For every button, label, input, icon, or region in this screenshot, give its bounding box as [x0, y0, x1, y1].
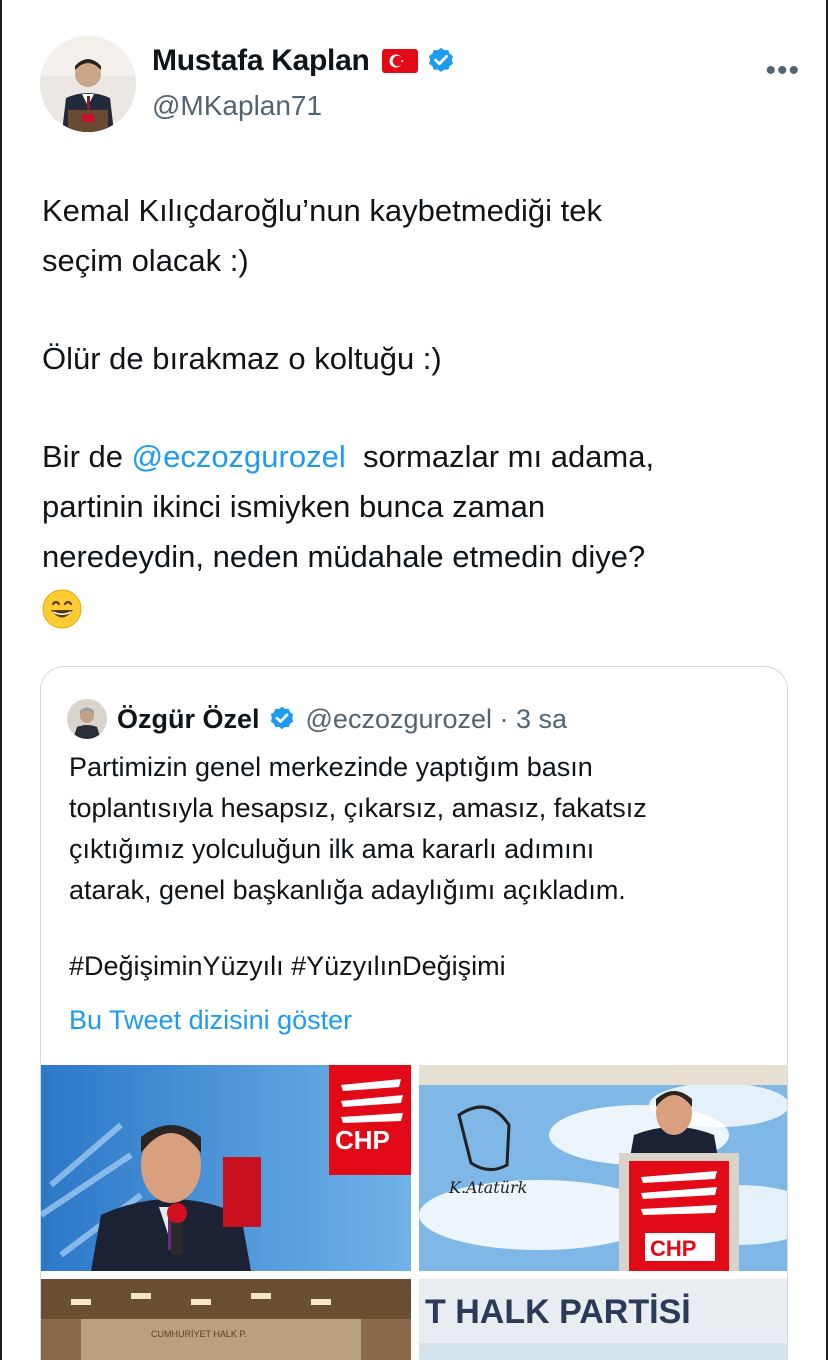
tweet-text-segment: Bir de	[42, 439, 132, 474]
quoted-line: atarak, genel başkanlığa adaylığımı açık…	[69, 875, 626, 905]
media-image-3[interactable]: CUMHURİYET HALK P.	[41, 1279, 411, 1360]
tweet-line: partinin ikinci ismiyken bunca zaman	[42, 489, 546, 524]
quoted-author-handle-time[interactable]: @eczozgurozel · 3 sa	[306, 704, 568, 735]
quoted-line: çıktığımız yolculuğun ilk ama kararlı ad…	[69, 834, 595, 864]
tweet-body: Kemal Kılıçdaroğlu’nun kaybetmediği tek …	[42, 186, 782, 632]
hashtags[interactable]: #DeğişiminYüzyılı #YüzyılınDeğişimi	[69, 951, 506, 982]
tweet-line: neredeydin, neden müdahale etmedin diye?	[42, 539, 646, 574]
tweet-header: Mustafa Kaplan @MKaplan71 •••	[40, 36, 800, 132]
quoted-tweet-body: Partimizin genel merkezinde yaptığım bas…	[69, 747, 769, 911]
quoted-author-name[interactable]: Özgür Özel	[117, 704, 260, 735]
author-avatar[interactable]	[40, 36, 136, 132]
media-image-2[interactable]: K.Atatürk CHP	[419, 1065, 787, 1271]
mention-link[interactable]: @eczozgurozel	[132, 439, 346, 474]
show-thread-link[interactable]: Bu Tweet dizisini göster	[69, 1005, 352, 1036]
verified-badge-icon	[426, 46, 456, 76]
media-image-1[interactable]: CHP	[41, 1065, 411, 1271]
verified-badge-icon	[268, 705, 296, 733]
quoted-author-avatar[interactable]	[67, 699, 107, 739]
atatürk-signature: K.Atatürk	[448, 1178, 527, 1197]
more-options-button[interactable]: •••	[765, 54, 800, 88]
tweet-line: Ölür de bırakmaz o koltuğu :)	[42, 341, 442, 376]
chp-logo-text: CHP	[650, 1236, 696, 1261]
building-sign: CUMHURİYET HALK P.	[151, 1329, 247, 1339]
banner-text: T HALK PARTİSİ	[425, 1293, 691, 1331]
quoted-tweet-header: Özgür Özel @eczozgurozel · 3 sa	[67, 699, 567, 739]
quoted-line: toplantısıyla hesapsız, çıkarsız, amasız…	[69, 793, 647, 823]
grinning-face-emoji-icon	[42, 589, 82, 629]
tweet-line: Kemal Kılıçdaroğlu’nun kaybetmediği tek	[42, 193, 603, 228]
tweet-line: Bir de @eczozgurozel sormazlar mı adama,	[42, 432, 782, 482]
chp-logo-text: CHP	[335, 1125, 390, 1155]
media-image-4[interactable]: T HALK PARTİSİ	[419, 1279, 787, 1360]
tweet-line: seçim olacak :)	[42, 243, 249, 278]
tweet-text-segment: sormazlar mı adama,	[345, 439, 655, 474]
author-name[interactable]: Mustafa Kaplan	[152, 44, 370, 78]
turkey-flag-icon	[381, 49, 418, 73]
quoted-tweet-card[interactable]: Özgür Özel @eczozgurozel · 3 sa Partimiz…	[40, 666, 788, 1360]
tweet-line	[42, 582, 782, 632]
author-handle[interactable]: @MKaplan71	[152, 90, 322, 122]
quoted-line: Partimizin genel merkezinde yaptığım bas…	[69, 752, 593, 782]
frame-left-edge	[0, 0, 2, 1360]
